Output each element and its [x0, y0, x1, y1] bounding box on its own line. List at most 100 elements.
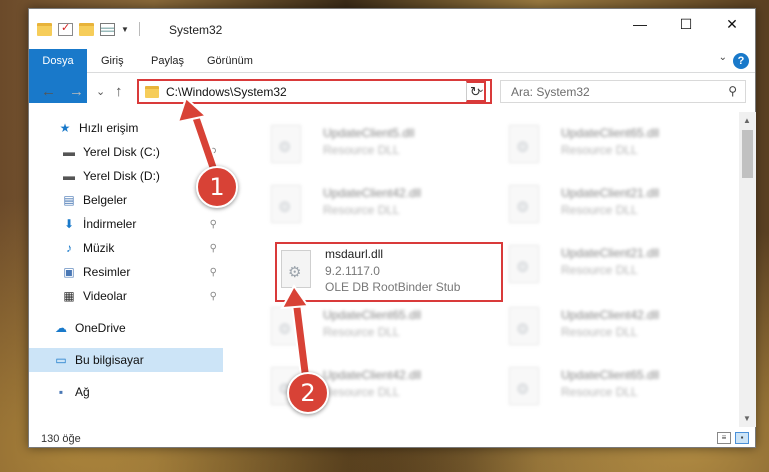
forward-button[interactable]: →: [69, 83, 84, 100]
file-name: UpdateClient65.dll: [323, 308, 422, 322]
file-description: Resource DLL: [323, 203, 400, 217]
file-version: 9.2.1117.0: [325, 264, 380, 278]
file-name: msdaurl.dll: [325, 247, 384, 261]
file-description: Resource DLL: [561, 203, 638, 217]
file-description: Resource DLL: [323, 385, 400, 399]
tab-view[interactable]: Görünüm: [195, 49, 265, 73]
maximize-button[interactable]: ☐: [663, 9, 709, 39]
list-item[interactable]: UpdateClient65.dll Resource DLL: [489, 120, 717, 174]
sidebar-item-videos[interactable]: ▦ Videolar ⚲: [29, 284, 223, 308]
search-placeholder: Ara: System32: [511, 85, 590, 99]
tab-share[interactable]: Paylaş: [139, 49, 196, 73]
list-item[interactable]: UpdateClient42.dll Resource DLL: [489, 302, 717, 356]
navigation-bar: ← → ⌄ ↑ C:\Windows\System32 ⌄ ↻ Ara: Sys…: [29, 74, 755, 110]
step-2-callout: 2: [287, 372, 329, 414]
recent-locations-button[interactable]: ⌄: [96, 85, 105, 98]
sidebar-item-label: İndirmeler: [83, 217, 137, 231]
list-item[interactable]: UpdateClient21.dll Resource DLL: [489, 180, 717, 234]
new-folder-icon[interactable]: [79, 22, 94, 36]
properties-check-icon[interactable]: [58, 21, 73, 36]
refresh-button[interactable]: ↻: [466, 81, 486, 102]
dll-file-icon: [271, 125, 301, 163]
star-icon: ★: [59, 121, 71, 135]
chevron-down-icon[interactable]: ▼: [121, 25, 129, 34]
cloud-icon: ☁: [55, 321, 67, 335]
file-name: UpdateClient65.dll: [561, 126, 660, 140]
help-button[interactable]: ?: [733, 53, 749, 69]
vertical-scrollbar[interactable]: ▲ ▼: [739, 112, 756, 427]
status-bar: 130 öğe ≡ ▪: [29, 429, 755, 449]
sidebar-item-music[interactable]: ♪ Müzik ⚲: [29, 236, 223, 260]
list-item[interactable]: UpdateClient42.dll Resource DLL: [251, 180, 479, 234]
list-item[interactable]: UpdateClient65.dll Resource DLL: [251, 302, 479, 356]
sidebar-item-label: Belgeler: [83, 193, 128, 207]
highlighted-file-msdaurl[interactable]: msdaurl.dll 9.2.1117.0 OLE DB RootBinder…: [275, 242, 503, 302]
drive-icon: ▬: [63, 145, 75, 159]
sidebar-item-label: Bu bilgisayar: [75, 353, 144, 367]
quick-access-toolbar: ▼: [37, 21, 144, 36]
address-path[interactable]: C:\Windows\System32: [166, 85, 287, 99]
list-item[interactable]: UpdateClient42.dll Resource DLL: [251, 362, 479, 416]
documents-icon: ▤: [63, 193, 75, 207]
sidebar-item-local-disk-c[interactable]: ▬ Yerel Disk (C:) ⚲: [29, 140, 223, 164]
dll-file-icon: [509, 307, 539, 345]
scrollbar-thumb[interactable]: [742, 130, 753, 178]
sidebar-item-local-disk-d[interactable]: ▬ Yerel Disk (D:) ⚲: [29, 164, 223, 188]
pin-icon[interactable]: ⚲: [210, 267, 217, 278]
details-view-icon[interactable]: ≡: [717, 432, 731, 444]
back-button[interactable]: ←: [41, 83, 56, 100]
list-item[interactable]: UpdateClient21.dll Resource DLL: [489, 240, 717, 294]
title-bar: ▼ System32 — ☐ ✕: [29, 9, 755, 49]
ribbon-tabs: Dosya Giriş Paylaş Görünüm ⌄ ?: [29, 49, 755, 103]
sidebar-item-onedrive[interactable]: ☁ OneDrive: [29, 316, 223, 340]
sidebar-item-label: Yerel Disk (C:): [83, 145, 160, 159]
file-name: UpdateClient21.dll: [561, 246, 660, 260]
dll-file-icon: [281, 250, 311, 288]
dll-file-icon: [271, 307, 301, 345]
file-name: UpdateClient21.dll: [561, 186, 660, 200]
expand-ribbon-icon[interactable]: ⌄: [719, 52, 727, 63]
pin-icon[interactable]: ⚲: [210, 219, 217, 230]
pin-icon[interactable]: ⚲: [210, 291, 217, 302]
sidebar-item-label: Ağ: [75, 385, 90, 399]
scroll-down-icon[interactable]: ▼: [743, 414, 751, 423]
search-input[interactable]: Ara: System32 ⚲: [500, 80, 746, 103]
up-button[interactable]: ↑: [115, 83, 123, 100]
file-description: Resource DLL: [561, 263, 638, 277]
item-count: 130 öğe: [41, 433, 81, 445]
file-name: UpdateClient65.dll: [561, 368, 660, 382]
pin-icon[interactable]: ⚲: [210, 243, 217, 254]
close-button[interactable]: ✕: [709, 9, 755, 39]
sidebar-item-downloads[interactable]: ⬇ İndirmeler ⚲: [29, 212, 223, 236]
sidebar-item-label: Müzik: [83, 241, 115, 255]
pictures-icon: ▣: [63, 265, 75, 279]
address-bar[interactable]: C:\Windows\System32 ⌄: [137, 79, 492, 104]
sidebar-item-this-pc[interactable]: ▭ Bu bilgisayar: [29, 348, 223, 372]
scroll-up-icon[interactable]: ▲: [743, 116, 751, 125]
list-item[interactable]: UpdateClient5.dll Resource DLL: [251, 120, 479, 174]
folder-icon: [37, 22, 52, 36]
pin-icon[interactable]: ⚲: [210, 147, 217, 158]
dll-file-icon: [509, 367, 539, 405]
folder-icon: [145, 86, 159, 98]
file-name: UpdateClient42.dll: [323, 186, 422, 200]
sidebar-item-pictures[interactable]: ▣ Resimler ⚲: [29, 260, 223, 284]
tiles-view-icon[interactable]: ▪: [735, 432, 749, 444]
file-explorer-window: ▼ System32 — ☐ ✕ Dosya Giriş Paylaş Görü…: [28, 8, 756, 448]
view-properties-icon[interactable]: [100, 22, 115, 36]
dll-file-icon: [509, 125, 539, 163]
network-icon: ▪: [58, 385, 64, 399]
list-item[interactable]: UpdateClient65.dll Resource DLL: [489, 362, 717, 416]
file-name: UpdateClient42.dll: [561, 308, 660, 322]
sidebar-item-documents[interactable]: ▤ Belgeler ⚲: [29, 188, 223, 212]
sidebar-item-label: Hızlı erişim: [79, 121, 139, 135]
minimize-button[interactable]: —: [617, 9, 663, 39]
sidebar-item-label: Videolar: [83, 289, 127, 303]
search-icon[interactable]: ⚲: [728, 84, 737, 98]
sidebar-item-label: OneDrive: [75, 321, 126, 335]
sidebar-item-network[interactable]: ▪ Ağ: [29, 380, 223, 404]
file-description: Resource DLL: [323, 325, 400, 339]
sidebar-item-quick-access[interactable]: ★ Hızlı erişim: [29, 116, 223, 140]
tab-home[interactable]: Giriş: [89, 49, 136, 73]
view-toggle: ≡ ▪: [717, 432, 749, 444]
